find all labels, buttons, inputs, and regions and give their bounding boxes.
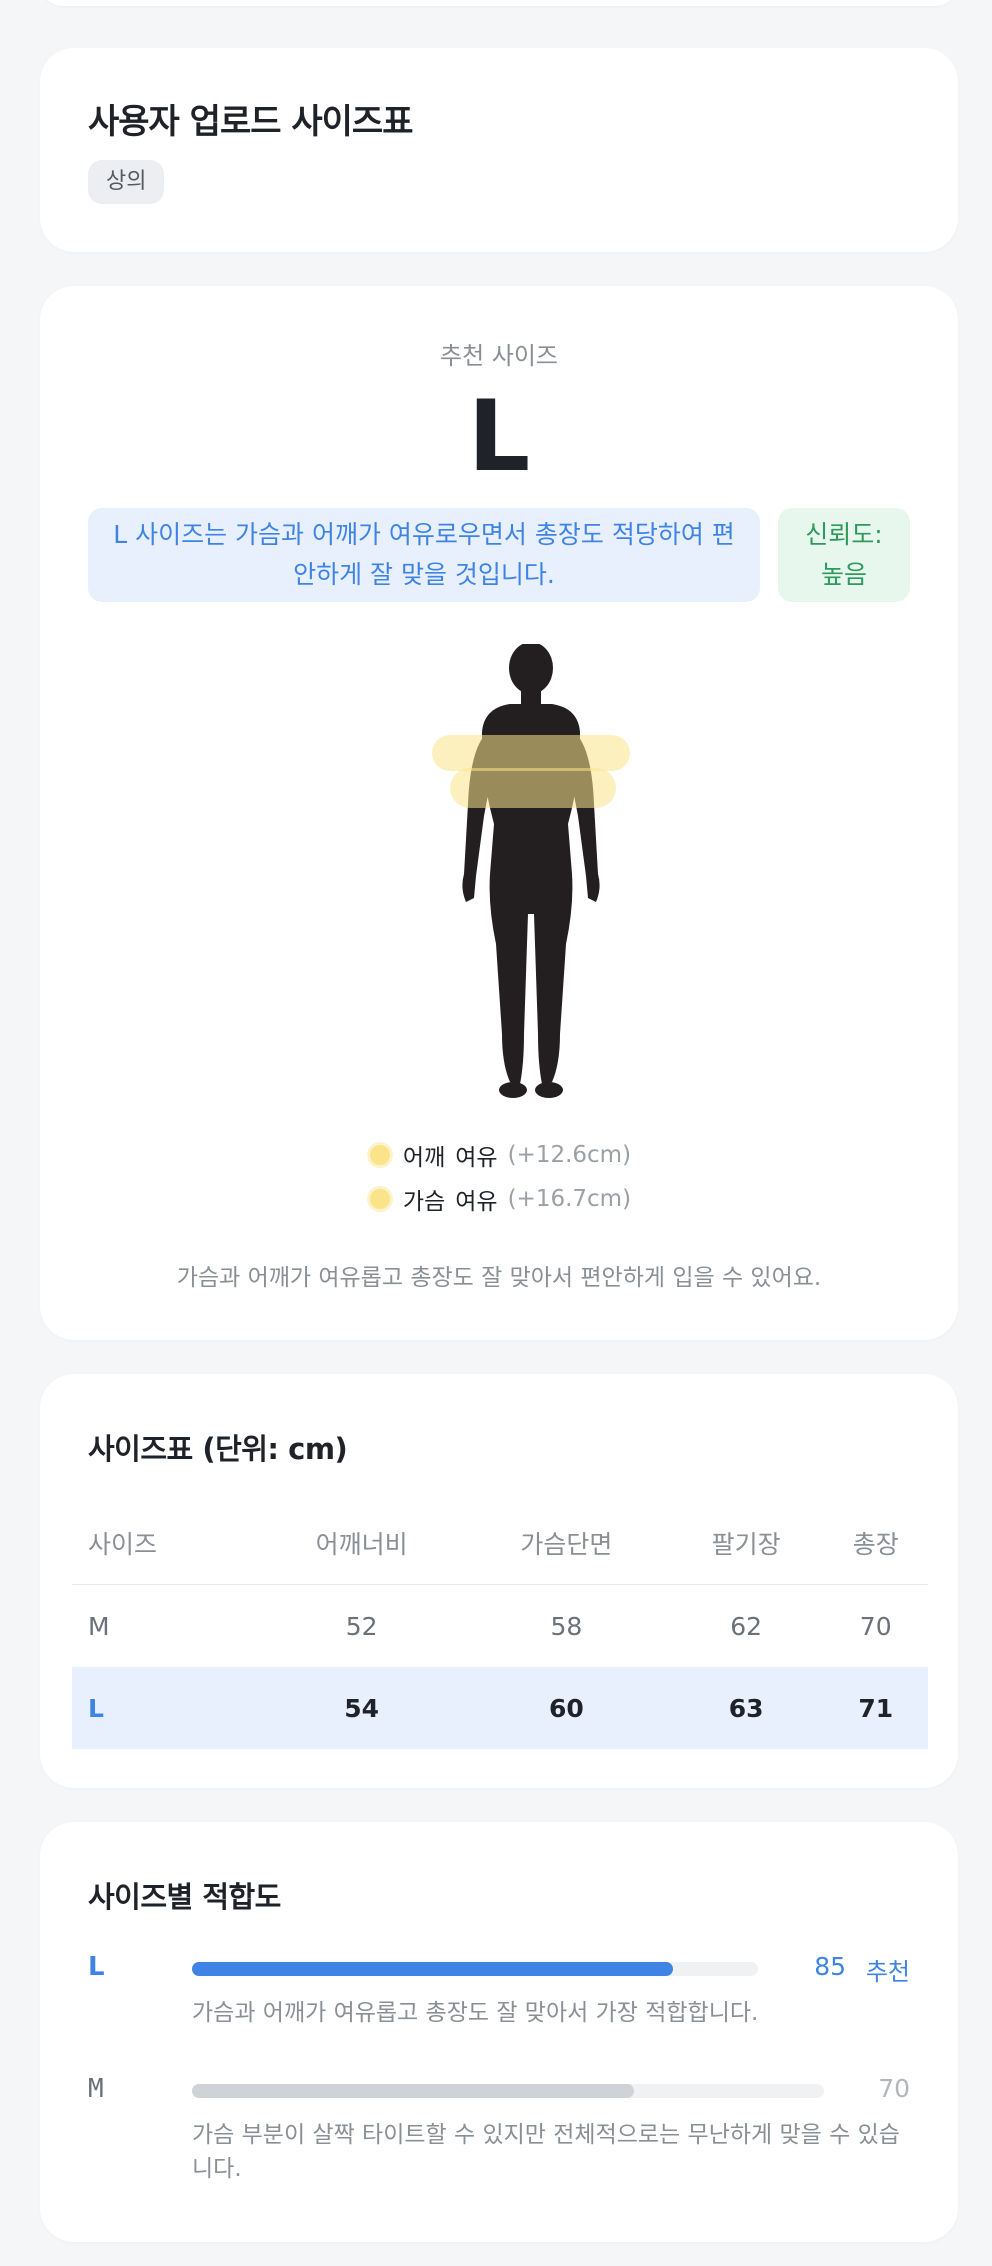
fit-title: 사이즈별 적합도	[88, 1880, 281, 1914]
size-table-title: 사이즈표 (단위: cm)	[88, 1432, 348, 1466]
legend-part: 어깨	[402, 1145, 446, 1171]
fit-row-l: L 85 추천 가슴과 어깨가 여유롭고 총장도 잘 맞아서 가장 적합합니다.	[88, 1952, 910, 2032]
legend-word: 여유	[455, 1189, 498, 1215]
table-row: M 52 58 62 70	[72, 1585, 928, 1668]
table-header-row: 사이즈 어깨너비 가슴단면 팔기장 총장	[72, 1502, 928, 1585]
recommended-size-label: 추천 사이즈	[439, 342, 559, 370]
cell: M	[88, 1611, 110, 1641]
recommendation-description: L 사이즈는 가슴과 어깨가 여유로우면서 총장도 적당하여 편안하게 잘 맞을…	[88, 508, 760, 602]
header-shoulder: 어깨너비	[259, 1502, 465, 1585]
fit-score: 70	[878, 2074, 910, 2103]
confidence-label: 신뢰도:	[805, 520, 883, 549]
recommended-size: L	[467, 380, 531, 494]
header-chest: 가슴단면	[464, 1502, 669, 1585]
body-figure-illustration	[432, 644, 630, 1098]
fit-bar-track	[192, 1962, 758, 1976]
cell: 63	[668, 1667, 824, 1749]
legend-value: (+12.6cm)	[507, 1142, 632, 1168]
shoulder-dot-icon	[366, 1142, 393, 1168]
category-tag: 상의	[88, 160, 165, 204]
page-title: 사용자 업로드 사이즈표	[88, 102, 413, 142]
chest-highlight	[450, 768, 616, 808]
cell: L	[72, 1667, 260, 1749]
fit-size-label: M	[88, 2074, 104, 2104]
cell: 60	[464, 1667, 669, 1749]
recommendation-card: 추천 사이즈 L L 사이즈는 가슴과 어깨가 여유로우면서 총장도 적당하여 …	[40, 286, 958, 1340]
confidence-badge: 신뢰도: 높음	[778, 508, 910, 602]
size-table-card: 사이즈표 (단위: cm) 사이즈 어깨너비 가슴단면 팔기장 총장 M 52 …	[40, 1374, 958, 1788]
chest-legend: 가슴 여유 (+16.7cm)	[40, 1182, 958, 1218]
fit-score: 85	[814, 1952, 846, 1981]
legend-word: 여유	[455, 1145, 498, 1171]
header-size: 사이즈	[72, 1502, 260, 1585]
recommended-badge: 추천	[865, 1958, 910, 1986]
fit-bar-track	[192, 2084, 824, 2098]
size-chart-header-card: 사용자 업로드 사이즈표 상의	[40, 48, 958, 252]
cell: 58	[550, 1611, 583, 1641]
legend-value: (+16.7cm)	[507, 1186, 632, 1212]
fit-bar-fill	[192, 1962, 674, 1976]
cell: 70	[859, 1611, 892, 1641]
legend-part: 가슴	[402, 1189, 446, 1215]
cell: 62	[730, 1611, 762, 1641]
fit-bar-fill	[192, 2084, 635, 2098]
fit-row-m: M 70 가슴 부분이 살짝 타이트할 수 있지만 전체적으로는 무난하게 맞을…	[88, 2074, 910, 2194]
fit-note: 가슴과 어깨가 여유롭고 총장도 잘 맞아서 편안하게 입을 수 있어요.	[176, 1265, 822, 1291]
fit-size-label: L	[88, 1952, 105, 1982]
table-row-recommended: L 54 60 63 71	[72, 1667, 928, 1749]
cell: 54	[259, 1667, 465, 1749]
shoulder-highlight	[432, 735, 630, 771]
body-silhouette	[462, 644, 600, 1098]
confidence-value: 높음	[820, 560, 867, 589]
size-table: 사이즈 어깨너비 가슴단면 팔기장 총장 M 52 58 62 70 L 54 …	[72, 1502, 928, 1749]
fit-score-card: 사이즈별 적합도 L 85 추천 가슴과 어깨가 여유롭고 총장도 잘 맞아서 …	[40, 1822, 958, 2242]
header-length: 총장	[823, 1502, 928, 1585]
header-sleeve: 팔기장	[668, 1502, 824, 1585]
fit-description: 가슴과 어깨가 여유롭고 총장도 잘 맞아서 가장 적합합니다.	[192, 2000, 759, 2026]
chest-dot-icon	[366, 1186, 393, 1212]
previous-card	[40, 0, 958, 6]
cell: 52	[345, 1611, 378, 1641]
fit-description: 가슴 부분이 살짝 타이트할 수 있지만 전체적으로는 무난하게 맞을 수 있습…	[192, 2122, 900, 2182]
shoulder-legend: 어깨 여유 (+12.6cm)	[40, 1138, 958, 1174]
cell: 71	[823, 1667, 928, 1749]
